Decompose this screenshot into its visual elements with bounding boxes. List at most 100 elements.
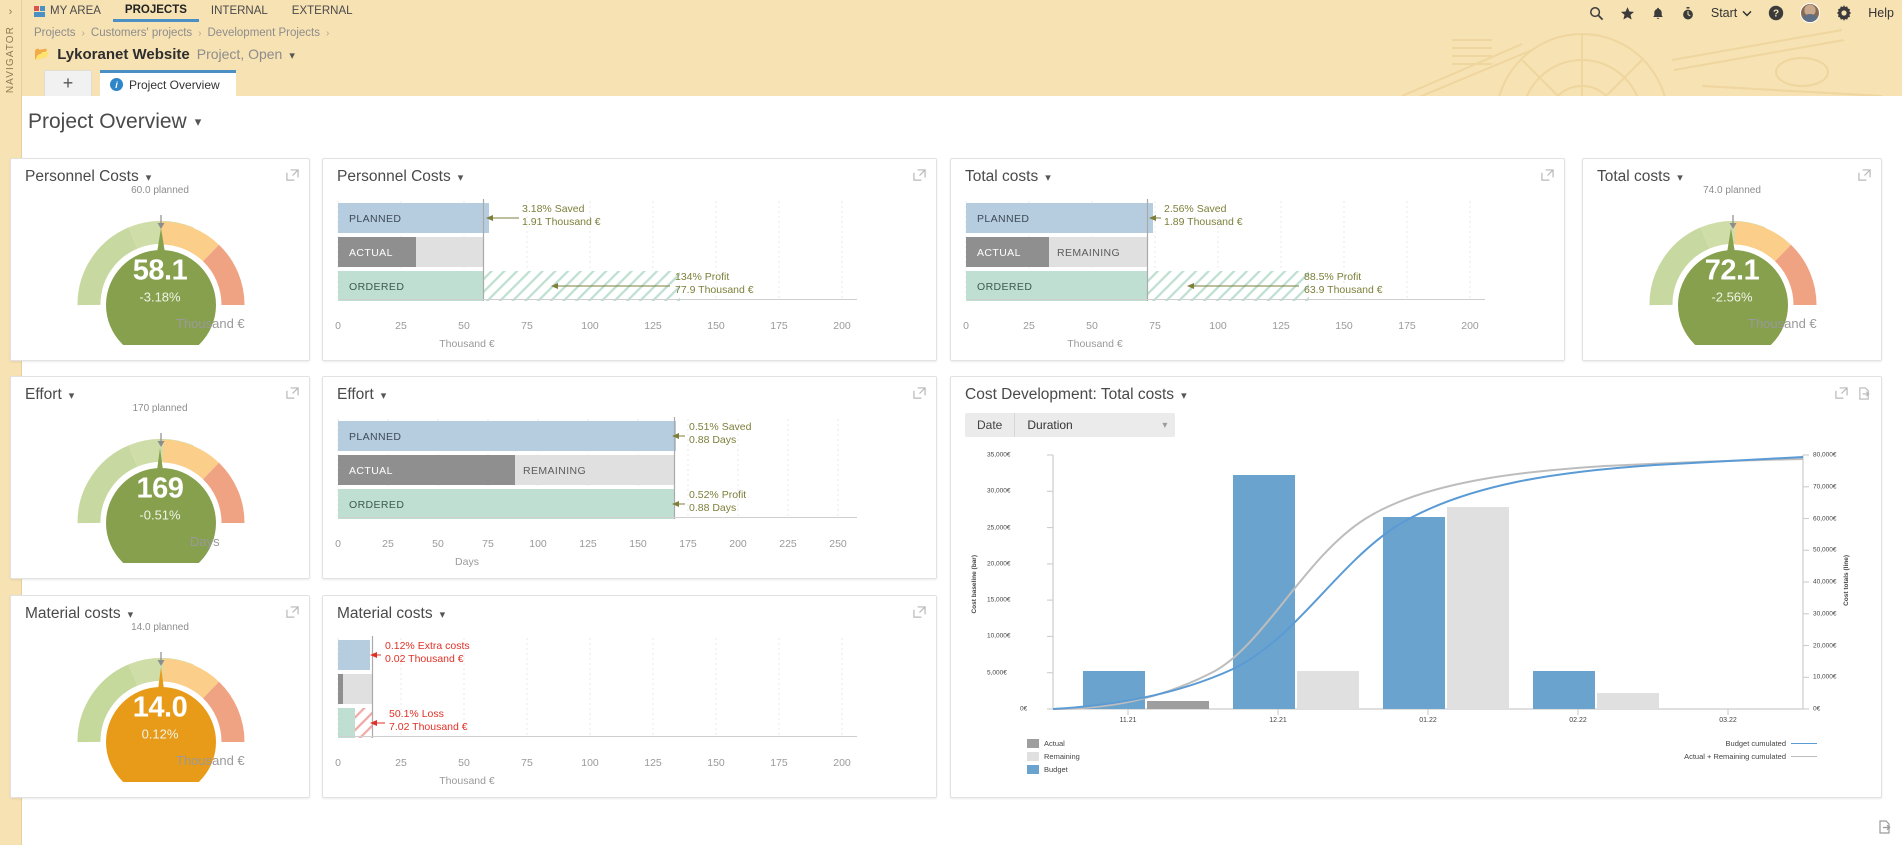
- project-menu-chevron-down-icon[interactable]: ▾: [289, 49, 295, 62]
- help-link[interactable]: Help: [1868, 6, 1894, 20]
- svg-text:PLANNED: PLANNED: [977, 213, 1029, 225]
- card-menu-chevron-down-icon[interactable]: ▾: [146, 171, 152, 184]
- card-title: Personnel Costs ▾: [25, 168, 151, 186]
- annotation-line: 50.1% Loss: [389, 708, 444, 720]
- project-name: Lykoranet Website: [57, 46, 190, 63]
- stopwatch-icon[interactable]: [1681, 6, 1695, 21]
- card-menu-chevron-down-icon[interactable]: ▾: [1677, 171, 1683, 184]
- card-menu-chevron-down-icon[interactable]: ▾: [440, 608, 446, 621]
- breadcrumb-item-development-projects[interactable]: Development Projects: [208, 27, 321, 39]
- start-menu-button[interactable]: Start: [1711, 6, 1752, 20]
- filter-select-duration[interactable]: Duration ▾: [1015, 413, 1175, 437]
- expand-icon[interactable]: [913, 169, 926, 182]
- card-title-text: Total costs: [965, 168, 1039, 185]
- legend-label: Budget cumulated: [1725, 739, 1786, 748]
- navigator-collapse-icon[interactable]: ›: [9, 6, 13, 18]
- legend-item-remaining: Remaining: [1027, 752, 1080, 761]
- gauge-unit: Days: [190, 534, 220, 549]
- card-actions: [286, 169, 299, 182]
- card-menu-chevron-down-icon[interactable]: ▾: [1045, 171, 1051, 184]
- card-total-costs-bars: Total costs ▾ PLANNED ACTUAL REMAINING O…: [950, 158, 1565, 361]
- expand-icon[interactable]: [1858, 169, 1871, 182]
- gauge-percent: -0.51%: [139, 507, 181, 523]
- legend-label: Budget: [1044, 765, 1068, 774]
- y-axis-label-right: Cost totals (line): [1843, 555, 1850, 606]
- bar-chart: 0.12% Extra costs 0.02 Thousand € 50.1% …: [335, 632, 922, 787]
- breadcrumb-separator: ›: [198, 27, 202, 39]
- star-icon[interactable]: [1620, 6, 1635, 21]
- bar-chart: PLANNED ACTUAL ORDERED 3.18% Saved 1.91 …: [335, 195, 922, 350]
- annotation-line: 1.89 Thousand €: [1164, 216, 1243, 228]
- gauge-value: 169: [136, 472, 184, 505]
- expand-icon[interactable]: [913, 606, 926, 619]
- x-tick: 200: [729, 538, 747, 550]
- card-menu-chevron-down-icon[interactable]: ▾: [69, 389, 75, 402]
- x-tick: 12.21: [1269, 717, 1287, 724]
- export-icon[interactable]: [1878, 820, 1892, 839]
- expand-icon[interactable]: [286, 387, 299, 400]
- x-tick: 125: [1272, 320, 1290, 332]
- card-menu-chevron-down-icon[interactable]: ▾: [128, 608, 134, 621]
- legend-line: [1791, 756, 1817, 757]
- bell-icon[interactable]: [1651, 6, 1665, 21]
- y-tick-right: 70,000€: [1813, 483, 1837, 491]
- gauge: 74.0 planned 72.1 -2.56% Thousand €: [1583, 185, 1881, 345]
- annotation-extra-costs: 0.12% Extra costs 0.02 Thousand €: [385, 640, 470, 666]
- y-tick-left: 10,000€: [987, 632, 1011, 640]
- page-title-chevron-down-icon[interactable]: ▾: [195, 114, 202, 130]
- help-circle-icon[interactable]: ?: [1768, 5, 1784, 21]
- add-tab-button[interactable]: +: [44, 70, 92, 96]
- card-title: Total costs ▾: [1597, 168, 1683, 186]
- y-tick-left: 30,000€: [987, 487, 1011, 495]
- annotation-line: 0.52% Profit: [689, 489, 747, 501]
- legend-item-actual: Actual: [1027, 739, 1065, 748]
- nav-label: EXTERNAL: [291, 5, 353, 17]
- card-effort-gauge: Effort ▾ 170 planned 169 -0.51% Days: [10, 376, 310, 579]
- card-title: Material costs ▾: [337, 605, 445, 623]
- nav-item-internal[interactable]: INTERNAL: [199, 0, 280, 22]
- gauge-percent: -3.18%: [139, 289, 181, 305]
- filter-value: Duration: [1027, 418, 1073, 432]
- tab-project-overview[interactable]: i Project Overview: [100, 70, 236, 96]
- card-menu-chevron-down-icon[interactable]: ▾: [1181, 389, 1187, 402]
- card-personnel-costs-bars: Personnel Costs ▾ PLANNED ACTUAL ORDERED…: [322, 158, 937, 361]
- x-tick: 0: [963, 320, 969, 332]
- x-tick: 25: [395, 757, 407, 769]
- bar-chart: PLANNED ACTUAL REMAINING ORDERED 2.56% S…: [963, 195, 1550, 350]
- x-tick: 75: [521, 757, 533, 769]
- card-menu-chevron-down-icon[interactable]: ▾: [458, 171, 464, 184]
- nav-item-external[interactable]: EXTERNAL: [280, 0, 365, 22]
- cost-development-svg: [1047, 454, 1809, 715]
- gear-icon[interactable]: [1836, 5, 1852, 21]
- expand-icon[interactable]: [1835, 387, 1848, 400]
- nav-item-projects[interactable]: PROJECTS: [112, 0, 199, 22]
- expand-icon[interactable]: [913, 387, 926, 400]
- avatar[interactable]: [1800, 3, 1821, 23]
- card-title-text: Effort: [337, 386, 374, 403]
- annotation-saved: 0.51% Saved 0.88 Days: [689, 421, 751, 447]
- export-icon[interactable]: [1858, 387, 1871, 400]
- bar-chart: PLANNED ACTUAL REMAINING ORDERED 0.51% S…: [335, 413, 922, 568]
- nav-label: PROJECTS: [124, 3, 187, 16]
- search-icon[interactable]: [1589, 6, 1604, 21]
- gauge: 14.0 planned 14.0 0.12% Thousand €: [11, 622, 309, 782]
- navigator-label: NAVIGATOR: [5, 26, 16, 94]
- project-status: Project, Open: [196, 46, 283, 62]
- header-actions: Start ? Help: [1589, 0, 1894, 26]
- nav-item-my-area[interactable]: MY AREA: [22, 0, 113, 22]
- breadcrumb-item-projects[interactable]: Projects: [34, 27, 76, 39]
- breadcrumb-item-customers-projects[interactable]: Customers' projects: [91, 27, 192, 39]
- expand-icon[interactable]: [286, 606, 299, 619]
- x-tick: 50: [432, 538, 444, 550]
- card-menu-chevron-down-icon[interactable]: ▾: [381, 389, 387, 402]
- x-tick: 02.22: [1569, 717, 1587, 724]
- gauge: 170 planned 169 -0.51% Days: [11, 403, 309, 563]
- expand-icon[interactable]: [286, 169, 299, 182]
- gauge-unit: Thousand €: [1748, 316, 1817, 331]
- expand-icon[interactable]: [1541, 169, 1554, 182]
- y-tick-right: 10,000€: [1813, 673, 1837, 681]
- svg-text:ORDERED: ORDERED: [977, 281, 1032, 293]
- squares-icon: [34, 5, 45, 17]
- card-actions: [913, 169, 926, 182]
- gauge-value: 58.1: [132, 254, 188, 287]
